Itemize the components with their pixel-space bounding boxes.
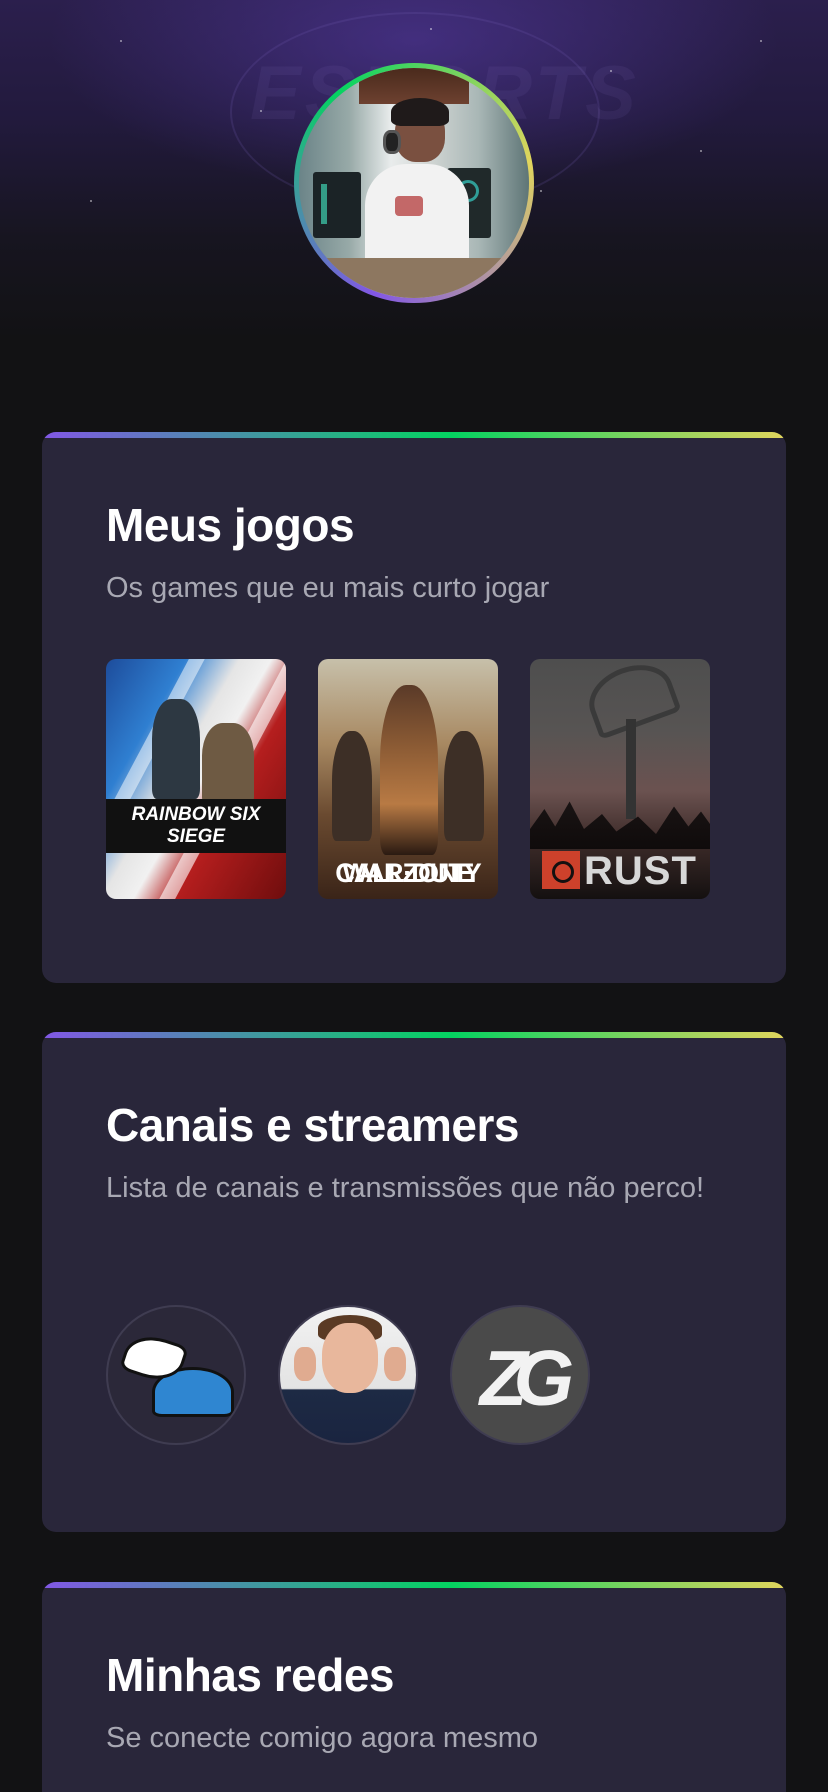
socials-card: Minhas redes Se conecte comigo agora mes… — [42, 1582, 786, 1792]
channel-avatar-winged-cap[interactable] — [106, 1305, 246, 1445]
channel-avatar-streamer[interactable] — [278, 1305, 418, 1445]
channels-subtitle: Lista de canais e transmissões que não p… — [106, 1172, 705, 1204]
game-cover-title: RUST — [584, 849, 697, 893]
profile-avatar — [294, 63, 534, 303]
games-subtitle: Os games que eu mais curto jogar — [106, 572, 550, 604]
game-card-warzone[interactable]: CALL·DUTY WARZONE — [318, 659, 498, 899]
rust-logo-icon — [542, 851, 580, 889]
channels-card: Canais e streamers Lista de canais e tra… — [42, 1032, 786, 1532]
channel-avatar-zg[interactable]: ZG — [450, 1305, 590, 1445]
game-cover-title: RAINBOW SIX SIEGE — [106, 799, 286, 853]
channels-title: Canais e streamers — [106, 1099, 519, 1151]
headset-icon — [383, 130, 401, 154]
avatar-photo — [299, 68, 529, 298]
game-card-rainbow-six-siege[interactable]: RAINBOW SIX SIEGE — [106, 659, 286, 899]
game-cover-title: WARZONE — [342, 858, 475, 888]
games-card: Meus jogos Os games que eu mais curto jo… — [42, 432, 786, 983]
games-title: Meus jogos — [106, 499, 355, 551]
zg-logo: ZG — [479, 1334, 574, 1422]
game-card-rust[interactable]: RUST — [530, 659, 710, 899]
socials-subtitle: Se conecte comigo agora mesmo — [106, 1722, 538, 1754]
socials-title: Minhas redes — [106, 1649, 395, 1701]
